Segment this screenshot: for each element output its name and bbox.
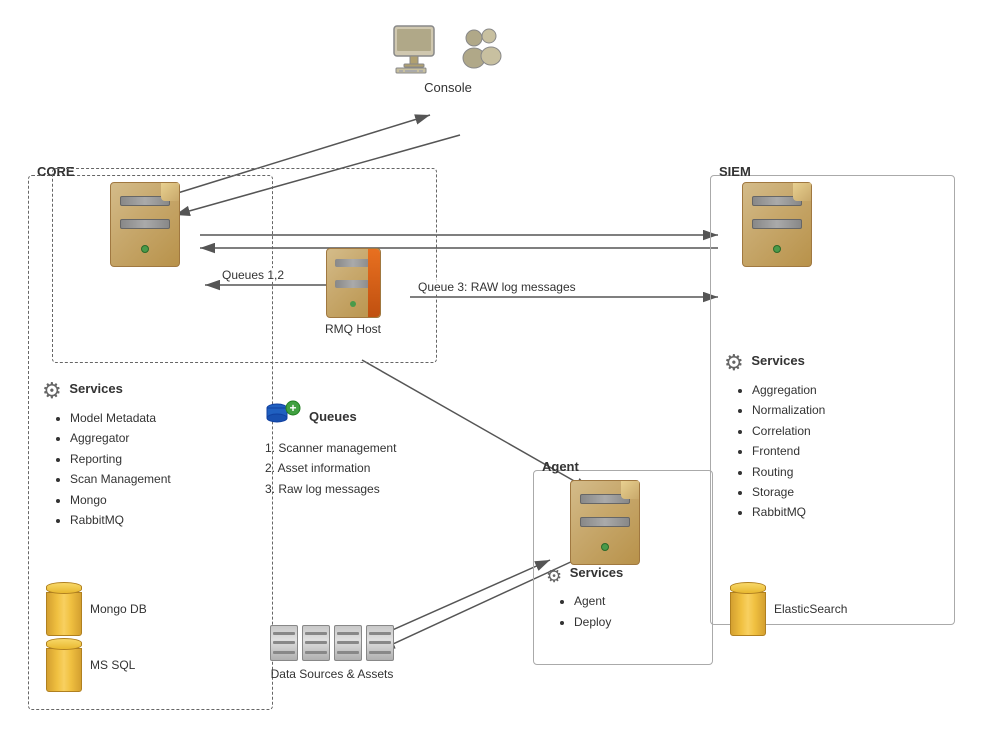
rmq-server-body [326,248,381,318]
siem-slot-1 [752,196,802,206]
ds-cabinet [270,625,394,661]
siem-service-4: Frontend [752,441,825,461]
core-service-6: RabbitMQ [70,510,171,530]
core-service-3: Reporting [70,449,171,469]
core-service-2: Aggregator [70,428,171,448]
rmq-slot-1 [335,259,371,267]
agent-gear-icon: ⚙ [546,566,562,587]
cyl-body-es [730,592,766,636]
ds-unit-4 [366,625,394,661]
agent-dot [601,543,609,551]
ds-unit-2 [302,625,330,661]
diagram: Console CORE ⚙ Services Model Metadata A… [0,0,984,756]
agent-service-2: Deploy [574,612,623,632]
siem-service-5: Routing [752,462,825,482]
mongo-db-cylinder: Mongo DB [46,582,147,636]
rmq-slot-2 [335,280,371,288]
queue3-label: Queue 3: RAW log messages [418,280,576,294]
queue-item-2: 2. Asset information [265,458,396,478]
svg-text:+: + [289,401,296,415]
agent-services: ⚙ Services Agent Deploy [546,565,623,632]
siem-service-7: RabbitMQ [752,502,825,522]
siem-services: ⚙ Services Aggregation Normalization Cor… [724,350,825,523]
agent-slot-2 [580,517,630,527]
rmq-dot [350,301,356,307]
core-service-4: Scan Management [70,469,171,489]
monitor-icon [390,18,448,76]
siem-services-title: Services [751,353,805,368]
core-services: ⚙ Services Model Metadata Aggregator Rep… [42,378,171,530]
core-service-1: Model Metadata [70,408,171,428]
cyl-top-es [730,582,766,594]
rmq-label: RMQ Host [325,322,381,336]
siem-gear-icon: ⚙ [724,350,744,376]
mongo-db-label: Mongo DB [90,602,147,616]
queue-item-1: 1. Scanner management [265,438,396,458]
siem-service-3: Correlation [752,421,825,441]
rmq-server: RMQ Host [325,248,381,336]
cyl-top-mongo [46,582,82,594]
siem-service-6: Storage [752,482,825,502]
queue-icon-area: + Queues 1. Scanner management 2. Asset … [265,400,396,499]
people-icon [456,26,506,76]
cyl-top-sql [46,638,82,650]
queues12-label: Queues 1,2 [222,268,284,282]
core-services-title: Services [69,381,123,396]
agent-title: Agent [542,459,579,474]
agent-server [570,480,640,565]
queues-list: 1. Scanner management 2. Asset informati… [265,438,396,499]
agent-services-list: Agent Deploy [574,591,623,632]
core-services-list: Model Metadata Aggregator Reporting Scan… [70,408,171,530]
siem-server [742,182,812,267]
mssql-label: MS SQL [90,658,135,672]
siem-service-2: Normalization [752,400,825,420]
ds-unit-3 [334,625,362,661]
cyl-body-mongo [46,592,82,636]
agent-server-body [570,480,640,565]
console-label: Console [424,80,472,95]
siem-title: SIEM [719,164,751,179]
siem-server-body [742,182,812,267]
siem-slot-2 [752,219,802,229]
siem-service-1: Aggregation [752,380,825,400]
cyl-body-sql [46,648,82,692]
agent-slot-1 [580,494,630,504]
rmq-accent [368,249,380,317]
elasticsearch-label: ElasticSearch [774,602,847,616]
agent-services-title: Services [570,565,624,580]
queues-title: Queues [309,409,357,424]
elasticsearch-cylinder: ElasticSearch [730,582,847,636]
core-gear-icon: ⚙ [42,378,62,404]
mssql-cylinder: MS SQL [46,638,135,692]
siem-services-list: Aggregation Normalization Correlation Fr… [752,380,825,523]
console-area: Console [390,18,506,95]
datasources-label: Data Sources & Assets [271,667,394,681]
ds-unit-1 [270,625,298,661]
datasources-area: Data Sources & Assets [270,625,394,681]
queue-item-3: 3. Raw log messages [265,479,396,499]
queue-cylinders-icon: + [265,400,303,432]
siem-dot [773,245,781,253]
agent-service-1: Agent [574,591,623,611]
core-service-5: Mongo [70,490,171,510]
